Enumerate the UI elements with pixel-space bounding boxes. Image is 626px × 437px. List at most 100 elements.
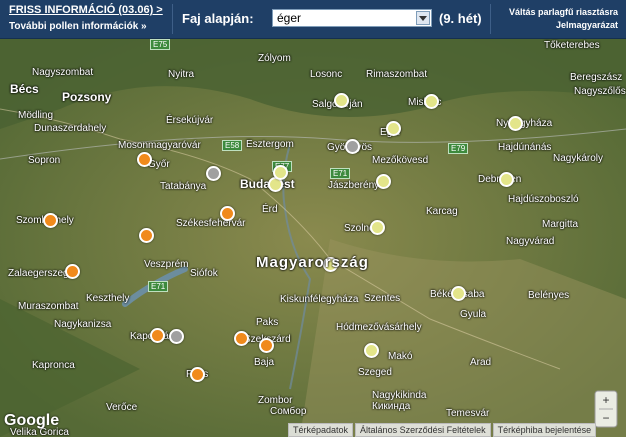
pollen-marker-grey[interactable] [206, 166, 221, 181]
satellite-map[interactable]: Bécs Pozsony Nagyszombat Nyitra Zólyom Losonc… [0, 39, 626, 437]
pollen-marker-orange[interactable] [65, 264, 80, 279]
place-label: Jászberény [328, 180, 380, 191]
place-label: Bécs [10, 82, 39, 96]
species-select[interactable]: éger [272, 9, 432, 27]
pollen-marker-orange[interactable] [259, 338, 274, 353]
place-label: Nagyszőlős [574, 86, 626, 97]
place-label: Tőketerebes [544, 40, 600, 51]
pollen-marker-yellow[interactable] [273, 165, 288, 180]
road-shield: E71 [148, 281, 169, 292]
place-label: Esztergom [246, 139, 294, 150]
place-label: Кикинда [372, 401, 411, 412]
country-label: Magyarország [256, 254, 369, 271]
place-label: Hajdúszoboszló [508, 194, 579, 205]
toolbar-divider [172, 4, 173, 34]
map-footer: Térképadatok Általános Szerződési Feltét… [288, 423, 598, 437]
place-label: Kiskunfélegyháza [280, 294, 359, 305]
place-label: Arad [470, 357, 492, 368]
place-label: Pozsony [62, 90, 112, 104]
place-label: Nyíregyháza [496, 118, 553, 129]
fresh-info-link[interactable]: FRISS INFORMÁCIÓ (03.06) > [9, 4, 163, 16]
pollen-marker-orange[interactable] [43, 213, 58, 228]
place-label: Beregszász [570, 72, 623, 83]
place-label: Veszprém [144, 259, 189, 270]
more-pollen-info-link[interactable]: További pollen információk » [9, 21, 147, 32]
pollen-marker-grey[interactable] [169, 329, 184, 344]
switch-ragweed-link[interactable]: Váltás parlagfű riasztásra [509, 6, 618, 19]
place-label: Mödling [18, 110, 54, 121]
place-label: Érsekújvár [166, 115, 214, 126]
road-shield: E75 [150, 39, 171, 50]
pollen-marker-orange[interactable] [139, 228, 154, 243]
google-logo: Google [4, 412, 60, 429]
place-label: Mezőkövesd [372, 155, 429, 166]
road-shield: E58 [222, 140, 243, 151]
place-label: Zólyom [258, 53, 291, 64]
pollen-marker-orange[interactable] [150, 328, 165, 343]
pollen-marker-yellow[interactable] [499, 172, 514, 187]
place-label: Zombor [258, 395, 293, 406]
place-label: Nagyvárad [506, 236, 555, 247]
place-label: Siófok [190, 268, 218, 279]
place-label: Margitta [542, 219, 579, 230]
svg-text:+: + [602, 393, 609, 407]
pollen-marker-yellow[interactable] [376, 174, 391, 189]
pollen-marker-yellow[interactable] [364, 343, 379, 358]
place-label: Nagykanizsa [54, 319, 112, 330]
place-label: Muraszombat [18, 301, 79, 312]
place-label: Сомбор [270, 406, 307, 417]
pollen-marker-orange[interactable] [190, 367, 205, 382]
place-label: Kapronca [32, 360, 75, 371]
place-label: Tatabánya [160, 181, 207, 192]
place-label: Nagyszombat [32, 67, 94, 78]
place-label: Hajdúnánás [498, 142, 552, 153]
legend-link[interactable]: Jelmagyarázat [509, 19, 618, 32]
place-label: Dunaszerdahely [34, 123, 107, 134]
place-label: Karcag [426, 206, 458, 217]
place-label: Makó [388, 351, 413, 362]
pollen-marker-yellow[interactable] [370, 220, 385, 235]
place-label: Szeged [358, 367, 392, 378]
place-label: Hódmezővásárhely [336, 322, 422, 333]
place-label: Losonc [310, 69, 343, 80]
report-error-link[interactable]: Térképhiba bejelentése [492, 423, 597, 437]
road-shield: E71 [330, 168, 351, 179]
species-label: Faj alapján: [182, 11, 254, 26]
place-label: Mosonmagyaróvár [118, 140, 201, 151]
svg-text:−: − [602, 411, 609, 425]
toolbar-divider [490, 4, 491, 34]
place-label: Belényes [528, 290, 570, 301]
pollen-marker-yellow[interactable] [386, 121, 401, 136]
place-label: Nyitra [168, 69, 195, 80]
place-label: Rimaszombat [366, 69, 428, 80]
week-label: (9. hét) [439, 11, 482, 26]
place-label: Sopron [28, 155, 61, 166]
pollen-marker-orange[interactable] [137, 152, 152, 167]
place-label: Nagykikinda [372, 390, 427, 401]
place-label: Szentes [364, 293, 401, 304]
pollen-marker-yellow[interactable] [451, 286, 466, 301]
place-label: Nagykároly [553, 153, 604, 164]
road-shield: E79 [448, 143, 469, 154]
place-label: Zalaegerszeg [8, 268, 69, 279]
place-label: Gyula [460, 309, 487, 320]
place-label: Baja [254, 357, 275, 368]
pollen-marker-yellow[interactable] [508, 116, 523, 131]
pollen-marker-yellow[interactable] [334, 93, 349, 108]
terms-link[interactable]: Általános Szerződési Feltételek [355, 423, 491, 437]
top-toolbar: FRISS INFORMÁCIÓ (03.06) > További polle… [0, 0, 626, 39]
map-data-link[interactable]: Térképadatok [288, 423, 354, 437]
place-label: Keszthely [86, 293, 130, 304]
switch-panel: Váltás parlagfű riasztásra Jelmagyarázat [509, 6, 618, 32]
place-label: Székesfehérvár [176, 218, 246, 229]
place-label: Érd [262, 204, 278, 215]
place-label: Temesvár [446, 408, 490, 419]
pollen-marker-grey[interactable] [345, 139, 360, 154]
pollen-marker-orange[interactable] [234, 331, 249, 346]
pollen-marker-orange[interactable] [220, 206, 235, 221]
place-label: Verőce [106, 402, 138, 413]
pollen-marker-yellow[interactable] [424, 94, 439, 109]
place-label: Paks [256, 317, 279, 328]
chevron-down-icon[interactable] [416, 11, 430, 25]
species-select-value: éger [277, 11, 302, 25]
